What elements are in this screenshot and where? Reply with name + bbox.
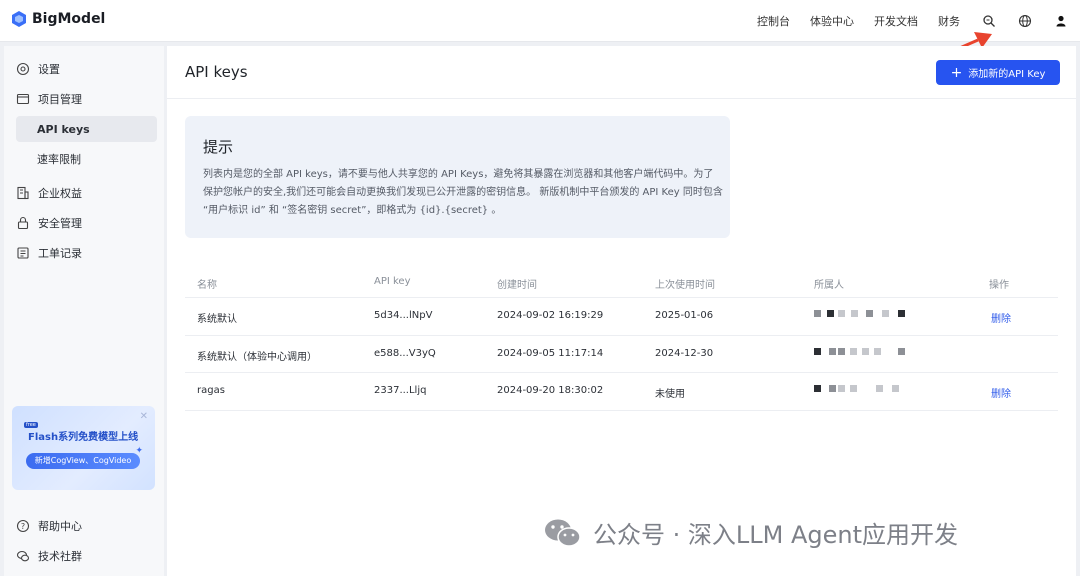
nav-console[interactable]: 控制台 xyxy=(757,13,790,29)
table-header: 名称 API key 创建时间 上次使用时间 所属人 操作 xyxy=(185,268,1058,298)
sidebar-item-api-keys[interactable]: API keys xyxy=(16,116,157,142)
sidebar-item-help[interactable]: ? 帮助中心 xyxy=(4,513,164,539)
sidebar: 设置 项目管理 API keys 速率限制 企业权益 安全管理 工单记录 ✕ f… xyxy=(4,46,164,576)
column-header-owner: 所属人 xyxy=(814,280,844,291)
svg-text:?: ? xyxy=(21,522,25,531)
plus-icon: + xyxy=(950,64,963,81)
cell-last-used: 2025-01-06 xyxy=(655,310,714,321)
sidebar-item-projects[interactable]: 项目管理 xyxy=(4,86,164,112)
nav-docs[interactable]: 开发文档 xyxy=(874,13,918,29)
sidebar-item-community[interactable]: 技术社群 xyxy=(4,543,164,569)
nav-finance[interactable]: 财务 xyxy=(938,13,960,29)
brand-name: BigModel xyxy=(32,11,106,27)
sidebar-item-tickets[interactable]: 工单记录 xyxy=(4,240,164,266)
cell-created: 2024-09-05 11:17:14 xyxy=(497,347,604,359)
column-header-created: 创建时间 xyxy=(497,280,537,291)
api-keys-table: 名称 API key 创建时间 上次使用时间 所属人 操作 系统默认 5d34.… xyxy=(185,268,1058,411)
cell-created: 2024-09-20 18:30:02 xyxy=(497,385,604,396)
promo-banner[interactable]: ✕ free Flash系列免费模型上线 ✦ 新增CogView、CogVide… xyxy=(12,406,155,490)
watermark: 公众号 · 深入LLM Agent应用开发 xyxy=(543,515,958,550)
search-key-icon[interactable] xyxy=(982,14,996,28)
add-api-key-button[interactable]: + 添加新的API Key xyxy=(936,60,1060,85)
nav-experience-center[interactable]: 体验中心 xyxy=(810,13,854,29)
sidebar-item-label: API keys xyxy=(37,122,90,136)
cell-api-key: e588...V3yQ xyxy=(374,347,436,359)
enterprise-icon xyxy=(17,186,29,200)
table-row: 系统默认（体验中心调用） e588...V3yQ 2024-09-05 11:1… xyxy=(185,336,1058,373)
column-header-last-used: 上次使用时间 xyxy=(655,280,715,291)
cell-name: 系统默认（体验中心调用） xyxy=(197,351,317,363)
community-icon xyxy=(16,550,30,562)
sidebar-item-label: 安全管理 xyxy=(38,217,82,230)
cell-name: ragas xyxy=(197,385,225,396)
sidebar-item-label: 工单记录 xyxy=(38,247,82,260)
delete-button[interactable]: 删除 xyxy=(991,385,1011,400)
wechat-icon xyxy=(545,519,581,547)
cell-last-used: 未使用 xyxy=(655,389,685,400)
column-header-name: 名称 xyxy=(197,280,217,291)
sidebar-item-label: 企业权益 xyxy=(38,187,82,200)
add-api-key-label: 添加新的API Key xyxy=(968,69,1046,80)
sidebar-item-label: 设置 xyxy=(38,63,60,76)
watermark-text: 公众号 · 深入LLM Agent应用开发 xyxy=(593,521,959,549)
brand[interactable]: BigModel xyxy=(12,11,105,27)
globe-icon[interactable] xyxy=(1018,14,1032,28)
cell-api-key: 5d34...lNpV xyxy=(374,310,433,321)
cell-name: 系统默认 xyxy=(197,314,237,325)
sidebar-item-security[interactable]: 安全管理 xyxy=(4,210,164,236)
user-icon[interactable] xyxy=(1054,14,1068,28)
cell-last-used: 2024-12-30 xyxy=(655,347,714,359)
sidebar-item-label: 技术社群 xyxy=(38,550,82,563)
tip-body: 列表内是您的全部 API keys，请不要与他人共享您的 API Keys，避免… xyxy=(203,169,723,216)
cell-api-key: 2337...Lljq xyxy=(374,385,427,396)
help-icon: ? xyxy=(16,519,30,533)
table-row: 系统默认 5d34...lNpV 2024-09-02 16:19:29 202… xyxy=(185,298,1058,336)
sidebar-item-label: 速率限制 xyxy=(37,153,81,166)
promo-title: Flash系列免费模型上线 xyxy=(28,432,139,443)
sidebar-item-enterprise[interactable]: 企业权益 xyxy=(4,180,164,206)
sidebar-item-settings[interactable]: 设置 xyxy=(4,56,164,82)
lock-icon xyxy=(17,216,29,230)
brand-logo-icon xyxy=(12,11,26,27)
cell-owner-redacted xyxy=(814,310,909,320)
tip-title: 提示 xyxy=(203,138,234,156)
table-row: ragas 2337...Lljq 2024-09-20 18:30:02 未使… xyxy=(185,373,1058,411)
sidebar-item-label: 帮助中心 xyxy=(38,520,82,533)
cell-owner-redacted xyxy=(814,347,909,358)
settings-icon xyxy=(16,62,30,76)
sidebar-item-rate-limit[interactable]: 速率限制 xyxy=(4,146,164,172)
cell-owner-redacted xyxy=(814,385,909,395)
close-icon[interactable]: ✕ xyxy=(140,411,148,422)
header-divider xyxy=(167,98,1076,99)
sidebar-item-label: 项目管理 xyxy=(38,93,82,106)
cell-created: 2024-09-02 16:19:29 xyxy=(497,310,604,321)
delete-button[interactable]: 删除 xyxy=(991,310,1011,325)
promo-subtitle: 新增CogView、CogVideo xyxy=(26,453,140,469)
column-header-actions: 操作 xyxy=(989,280,1009,291)
page-title: API keys xyxy=(185,63,248,81)
main-panel: API keys + 添加新的API Key 提示 列表内是您的全部 API k… xyxy=(167,46,1076,576)
ticket-icon xyxy=(17,247,29,259)
project-icon xyxy=(16,93,30,105)
tip-box: 提示 列表内是您的全部 API keys，请不要与他人共享您的 API Keys… xyxy=(185,116,730,238)
column-header-api-key: API key xyxy=(374,276,411,287)
